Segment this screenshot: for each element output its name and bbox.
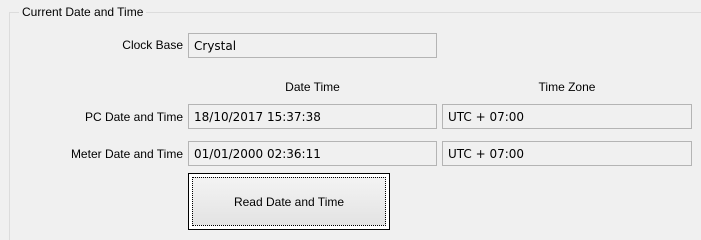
read-date-time-button[interactable]: Read Date and Time <box>188 173 390 230</box>
meter-date-time-field[interactable] <box>188 141 437 166</box>
clock-base-label: Clock Base <box>122 38 183 52</box>
pc-time-zone-field[interactable] <box>442 104 692 129</box>
meter-date-time-label: Meter Date and Time <box>70 147 183 161</box>
current-date-time-panel: Current Date and Time Clock Base Date Ti… <box>0 0 701 240</box>
date-time-column-header: Date Time <box>285 80 340 94</box>
clock-base-field[interactable] <box>188 33 437 58</box>
pc-date-time-label: PC Date and Time <box>84 110 183 124</box>
time-zone-column-header: Time Zone <box>538 80 596 94</box>
pc-date-time-field[interactable] <box>188 104 437 129</box>
meter-time-zone-field[interactable] <box>442 141 692 166</box>
group-title: Current Date and Time <box>19 4 147 20</box>
read-date-time-button-label: Read Date and Time <box>192 177 386 226</box>
